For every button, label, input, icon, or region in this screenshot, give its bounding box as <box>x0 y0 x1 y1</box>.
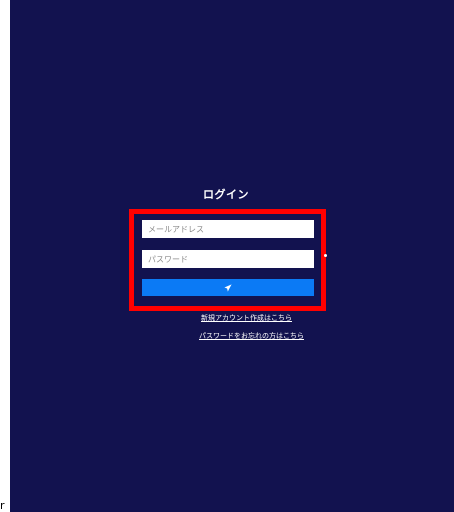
forgot-password-link[interactable]: パスワードをお忘れの方はこちら <box>199 331 304 341</box>
email-field[interactable] <box>142 220 314 238</box>
login-title: ログイン <box>203 188 249 201</box>
dot-marker <box>324 254 327 257</box>
corner-text: r <box>0 499 5 512</box>
register-link[interactable]: 新規アカウント作成はこちら <box>201 313 292 323</box>
password-field[interactable] <box>142 250 314 268</box>
send-icon <box>224 283 232 292</box>
login-submit-button[interactable] <box>142 279 314 296</box>
